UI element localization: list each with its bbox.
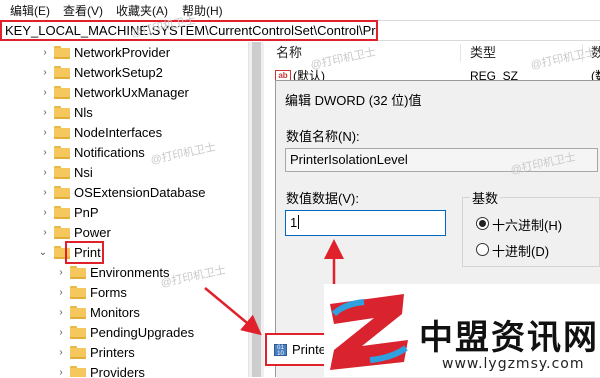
logo-url: www.lygzmsy.com xyxy=(442,356,585,372)
logo-emblem-icon xyxy=(330,294,408,370)
arrow-to-value-item xyxy=(204,287,262,336)
logo-name: 中盟资讯网 xyxy=(419,318,599,358)
site-logo: 中盟资讯网 www.lygzmsy.com xyxy=(324,284,600,377)
